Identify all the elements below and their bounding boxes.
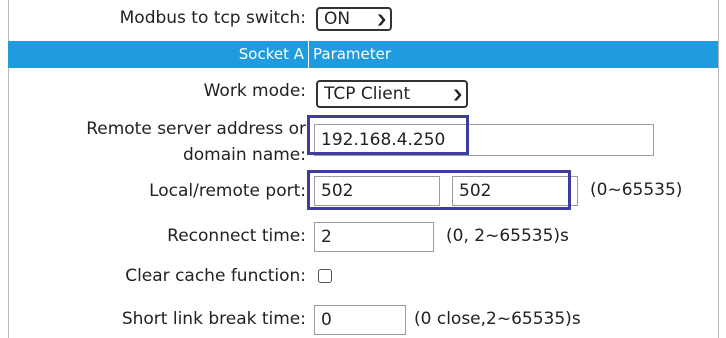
modbus-select[interactable]: ON ❯ <box>316 7 392 31</box>
work-mode-select[interactable]: TCP Client ❯ <box>316 80 468 108</box>
clear-cache-row: Clear cache function: <box>8 258 718 294</box>
local-port-input[interactable]: 502 <box>314 176 440 206</box>
short-link-row: Short link break time: 0 (0 close,2~6553… <box>8 298 718 335</box>
reconnect-hint: (0, 2~65535)s <box>446 226 569 246</box>
port-row: Local/remote port: 502 502 (0~65535) <box>8 172 718 212</box>
short-link-hint: (0 close,2~65535)s <box>414 309 581 329</box>
socket-settings-panel: Modbus to tcp switch: ON ❯ Socket A Para… <box>0 0 726 338</box>
work-mode-row: Work mode: TCP Client ❯ <box>8 76 718 110</box>
work-mode-label: Work mode: <box>203 81 306 101</box>
clear-cache-checkbox[interactable] <box>318 269 332 283</box>
reconnect-label: Reconnect time: <box>167 226 306 246</box>
remote-server-value: 192.168.4.250 <box>321 130 446 150</box>
remote-server-label: Remote server address or domain name: <box>86 116 306 168</box>
modbus-select-value: ON <box>324 9 351 29</box>
modbus-label: Modbus to tcp switch: <box>119 8 306 28</box>
short-link-value: 0 <box>321 310 332 330</box>
section-parameter-label: Parameter <box>308 41 391 68</box>
port-label: Local/remote port: <box>149 181 306 201</box>
reconnect-input[interactable]: 2 <box>314 222 434 252</box>
port-range-hint: (0~65535) <box>590 180 683 200</box>
local-port-value: 502 <box>321 181 354 201</box>
clear-cache-label: Clear cache function: <box>125 266 306 286</box>
short-link-input[interactable]: 0 <box>314 305 406 335</box>
reconnect-value: 2 <box>321 227 332 247</box>
remote-server-label-line2: domain name: <box>182 145 306 165</box>
work-mode-select-value: TCP Client <box>324 84 411 104</box>
section-socket-label: Socket A <box>238 45 304 63</box>
remote-server-row: Remote server address or domain name: 19… <box>8 114 718 170</box>
chevron-down-icon: ❯ <box>451 87 464 101</box>
short-link-label: Short link break time: <box>121 309 306 329</box>
reconnect-row: Reconnect time: 2 (0, 2~65535)s <box>8 218 718 254</box>
right-border <box>718 0 719 338</box>
remote-port-input[interactable]: 502 <box>452 176 578 206</box>
remote-port-value: 502 <box>459 181 492 201</box>
section-header-bar: Socket A Parameter <box>8 41 718 68</box>
remote-server-label-line1: Remote server address or <box>86 119 306 139</box>
chevron-down-icon: ❯ <box>375 12 388 26</box>
modbus-row: Modbus to tcp switch: ON ❯ <box>8 0 718 40</box>
remote-server-input[interactable]: 192.168.4.250 <box>314 124 654 156</box>
